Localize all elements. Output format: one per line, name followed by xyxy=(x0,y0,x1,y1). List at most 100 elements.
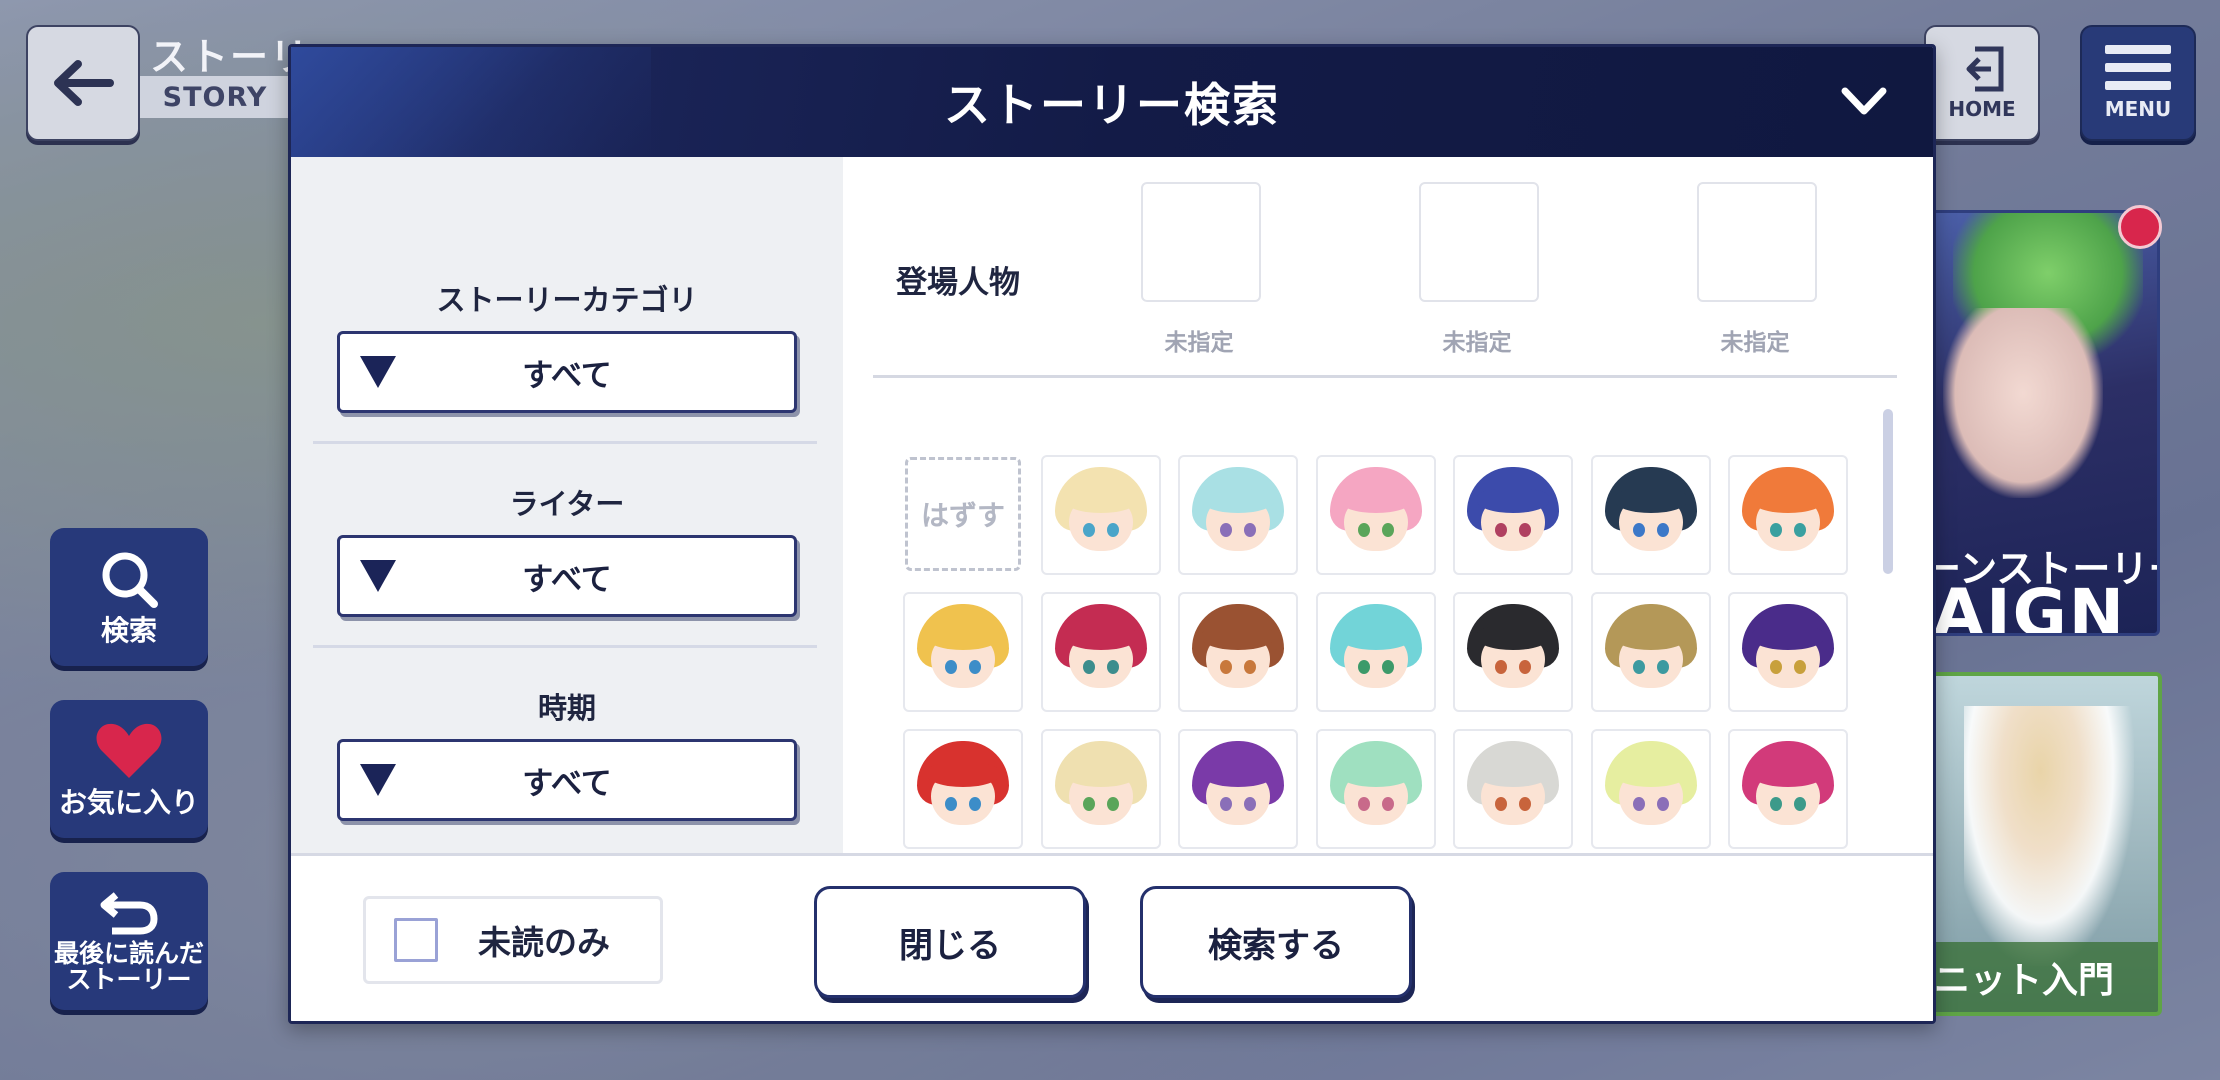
menu-label: MENU xyxy=(2104,97,2172,121)
remove-character-button[interactable]: はずす xyxy=(905,457,1021,571)
character-slot-2[interactable] xyxy=(1419,182,1539,302)
writer-filter: ライター xyxy=(291,481,843,523)
search-side-button[interactable]: 検索 xyxy=(50,528,208,666)
unread-only-checkbox[interactable]: 未読のみ xyxy=(363,896,663,984)
character-icon[interactable] xyxy=(1590,455,1711,575)
unread-only-label: 未読のみ xyxy=(478,923,610,962)
close-button[interactable]: 閉じる xyxy=(814,886,1086,998)
story-search-dialog: ストーリー検索 ストーリーカテゴリ すべて ライター すべて 時期 すべて 登場… xyxy=(288,44,1936,1024)
character-slot-3[interactable] xyxy=(1697,182,1817,302)
filter-divider xyxy=(313,441,817,444)
dialog-header: ストーリー検索 xyxy=(291,47,1933,157)
campaign-banner[interactable]: ーンストーリー AIGN xyxy=(1930,210,2160,636)
favorites-side-label: お気に入り xyxy=(58,786,199,819)
character-face-icon xyxy=(1604,604,1697,696)
character-icon[interactable] xyxy=(1315,455,1436,575)
character-face-icon xyxy=(1604,741,1697,833)
dialog-footer: 未読のみ 閉じる 検索する xyxy=(291,853,1933,1021)
back-arrow-icon xyxy=(54,60,114,106)
writer-dropdown[interactable]: すべて xyxy=(337,535,797,617)
character-icon[interactable] xyxy=(903,729,1023,849)
character-face-icon xyxy=(1329,741,1422,833)
character-face-icon xyxy=(1604,467,1697,559)
character-icon[interactable] xyxy=(1040,729,1161,849)
campaign-banner-logo: AIGN xyxy=(1933,575,2127,636)
character-grid-scrollbar[interactable] xyxy=(1883,409,1893,574)
notification-badge xyxy=(2118,205,2162,249)
writer-filter-label: ライター xyxy=(509,487,625,521)
unit-intro-banner-text: ニット入門 xyxy=(1934,942,2158,1012)
character-icon[interactable] xyxy=(1315,592,1436,712)
character-face-icon xyxy=(1192,741,1284,833)
character-slot-1-caption: 未指定 xyxy=(1164,330,1234,356)
filter-panel: ストーリーカテゴリ すべて ライター すべて 時期 すべて xyxy=(291,157,843,853)
search-button[interactable]: 検索する xyxy=(1140,886,1412,998)
section-divider xyxy=(873,375,1897,378)
character-icon[interactable] xyxy=(1590,729,1711,849)
character-icon[interactable] xyxy=(1315,729,1436,849)
filter-divider xyxy=(313,645,817,648)
character-icon[interactable] xyxy=(1728,729,1848,849)
character-face-icon xyxy=(917,741,1009,833)
period-filter-label: 時期 xyxy=(537,691,596,725)
category-dropdown-value: すべて xyxy=(522,357,612,394)
character-icon[interactable] xyxy=(1040,592,1161,712)
character-icon[interactable] xyxy=(1178,592,1298,712)
character-icon[interactable] xyxy=(903,592,1023,712)
unit-intro-banner[interactable]: ニット入門 xyxy=(1930,672,2162,1016)
character-face-icon xyxy=(1742,467,1834,559)
character-icon[interactable] xyxy=(1178,729,1298,849)
hamburger-icon xyxy=(2105,45,2171,99)
character-face-icon xyxy=(917,604,1009,696)
character-face-icon xyxy=(1054,741,1147,833)
character-face-icon xyxy=(1742,604,1834,696)
character-icon[interactable] xyxy=(1178,455,1298,575)
character-slot-2-caption: 未指定 xyxy=(1442,330,1512,356)
character-face-icon xyxy=(1467,604,1559,696)
banner-character xyxy=(1964,706,2134,966)
character-panel: 登場人物 未指定 未指定 未指定 はずす xyxy=(843,157,1927,853)
character-icon[interactable] xyxy=(1590,592,1711,712)
character-icon[interactable] xyxy=(1040,455,1161,575)
last-read-side-label: 最後に読んだ ストーリー xyxy=(53,939,204,994)
character-face-icon xyxy=(1329,467,1422,559)
back-button[interactable] xyxy=(26,25,140,141)
home-exit-icon xyxy=(1966,46,2004,92)
last-read-side-button[interactable]: 最後に読んだ ストーリー xyxy=(50,872,208,1010)
character-face-icon xyxy=(1467,467,1559,559)
menu-button[interactable]: MENU xyxy=(2080,25,2196,141)
period-dropdown[interactable]: すべて xyxy=(337,739,797,821)
dropdown-triangle-icon xyxy=(360,560,396,592)
return-arrow-icon xyxy=(100,892,158,935)
search-side-label: 検索 xyxy=(100,614,157,647)
category-filter-label: ストーリーカテゴリ xyxy=(436,283,698,317)
period-filter: 時期 xyxy=(291,685,843,727)
dropdown-triangle-icon xyxy=(360,764,396,796)
character-face-icon xyxy=(1192,604,1284,696)
heart-icon xyxy=(96,723,162,778)
favorites-side-button[interactable]: お気に入り xyxy=(50,700,208,838)
story-header-title: ストーリ xyxy=(150,35,311,79)
dropdown-triangle-icon xyxy=(360,356,396,388)
category-dropdown[interactable]: すべて xyxy=(337,331,797,413)
character-face-icon xyxy=(1467,741,1559,833)
checkbox-square[interactable] xyxy=(394,918,438,962)
writer-dropdown-value: すべて xyxy=(522,561,612,598)
character-face-icon xyxy=(1054,604,1147,696)
chevron-down-icon[interactable] xyxy=(1839,81,1889,121)
category-filter: ストーリーカテゴリ xyxy=(291,277,843,319)
characters-label: 登場人物 xyxy=(896,265,1020,301)
character-icon[interactable] xyxy=(1728,592,1848,712)
character-icon[interactable] xyxy=(1453,729,1573,849)
story-header-sub: STORY xyxy=(140,76,290,118)
character-slot-3-caption: 未指定 xyxy=(1720,330,1790,356)
character-slot-1[interactable] xyxy=(1141,182,1261,302)
home-button[interactable]: HOME xyxy=(1924,25,2040,141)
character-icon[interactable] xyxy=(1728,455,1848,575)
banner-character-face xyxy=(1943,308,2103,498)
character-face-icon xyxy=(1742,741,1834,833)
character-face-icon xyxy=(1192,467,1284,559)
period-dropdown-value: すべて xyxy=(522,765,612,802)
character-icon[interactable] xyxy=(1453,455,1573,575)
character-icon[interactable] xyxy=(1453,592,1573,712)
